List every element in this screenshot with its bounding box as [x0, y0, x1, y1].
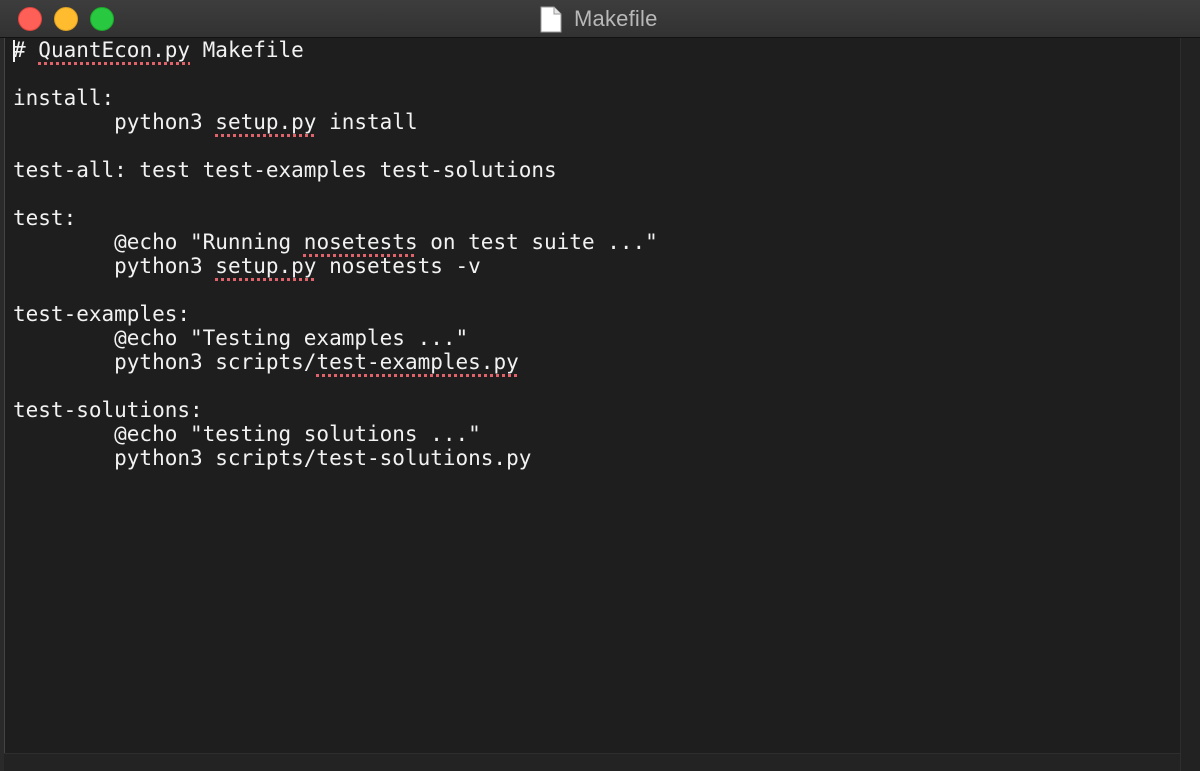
misspelled-word-4: setup.py — [215, 254, 317, 278]
code-line-4: python3 setup.py install — [13, 110, 418, 134]
code-line-10: python3 setup.py nosetests -v — [13, 254, 481, 278]
code-line-3: install: — [13, 86, 115, 110]
horizontal-scrollbar-track[interactable] — [4, 753, 1180, 771]
code-line-1: # QuantEcon.py Makefile — [13, 38, 304, 62]
window-title: Makefile — [574, 6, 658, 31]
window-title-group: Makefile — [540, 5, 658, 33]
editor-window: Makefile # QuantEcon.py Makefile install:… — [0, 0, 1200, 771]
zoom-button[interactable] — [90, 7, 114, 31]
code-line-6: test-all: test test-examples test-soluti… — [13, 158, 557, 182]
misspelled-word-2: setup.py — [215, 110, 317, 134]
code-line-8: test: — [13, 206, 77, 230]
minimize-button[interactable] — [54, 7, 78, 31]
misspelled-word-5: test-examples.py — [316, 350, 519, 374]
title-bar[interactable]: Makefile — [0, 0, 1200, 38]
misspelled-word-1: QuantEcon.py — [38, 38, 191, 62]
code-line-13: @echo "Testing examples ..." — [13, 326, 469, 350]
text-editor-area[interactable]: # QuantEcon.py Makefile install: python3 … — [13, 38, 1173, 752]
text-cursor — [13, 40, 15, 62]
vertical-scrollbar-track[interactable] — [1180, 38, 1200, 771]
code-line-18: python3 scripts/test-solutions.py — [13, 446, 532, 470]
code-line-14: python3 scripts/test-examples.py — [13, 350, 519, 374]
code-content[interactable]: # QuantEcon.py Makefile install: python3 … — [13, 38, 1173, 470]
code-line-17: @echo "testing solutions ..." — [13, 422, 481, 446]
misspelled-word-3: nosetests — [303, 230, 418, 254]
code-line-12: test-examples: — [13, 302, 191, 326]
code-line-9: @echo "Running nosetests on test suite .… — [13, 230, 658, 254]
document-icon[interactable] — [540, 6, 562, 33]
code-line-16: test-solutions: — [13, 398, 203, 422]
close-button[interactable] — [18, 7, 42, 31]
left-window-edge — [0, 38, 5, 771]
